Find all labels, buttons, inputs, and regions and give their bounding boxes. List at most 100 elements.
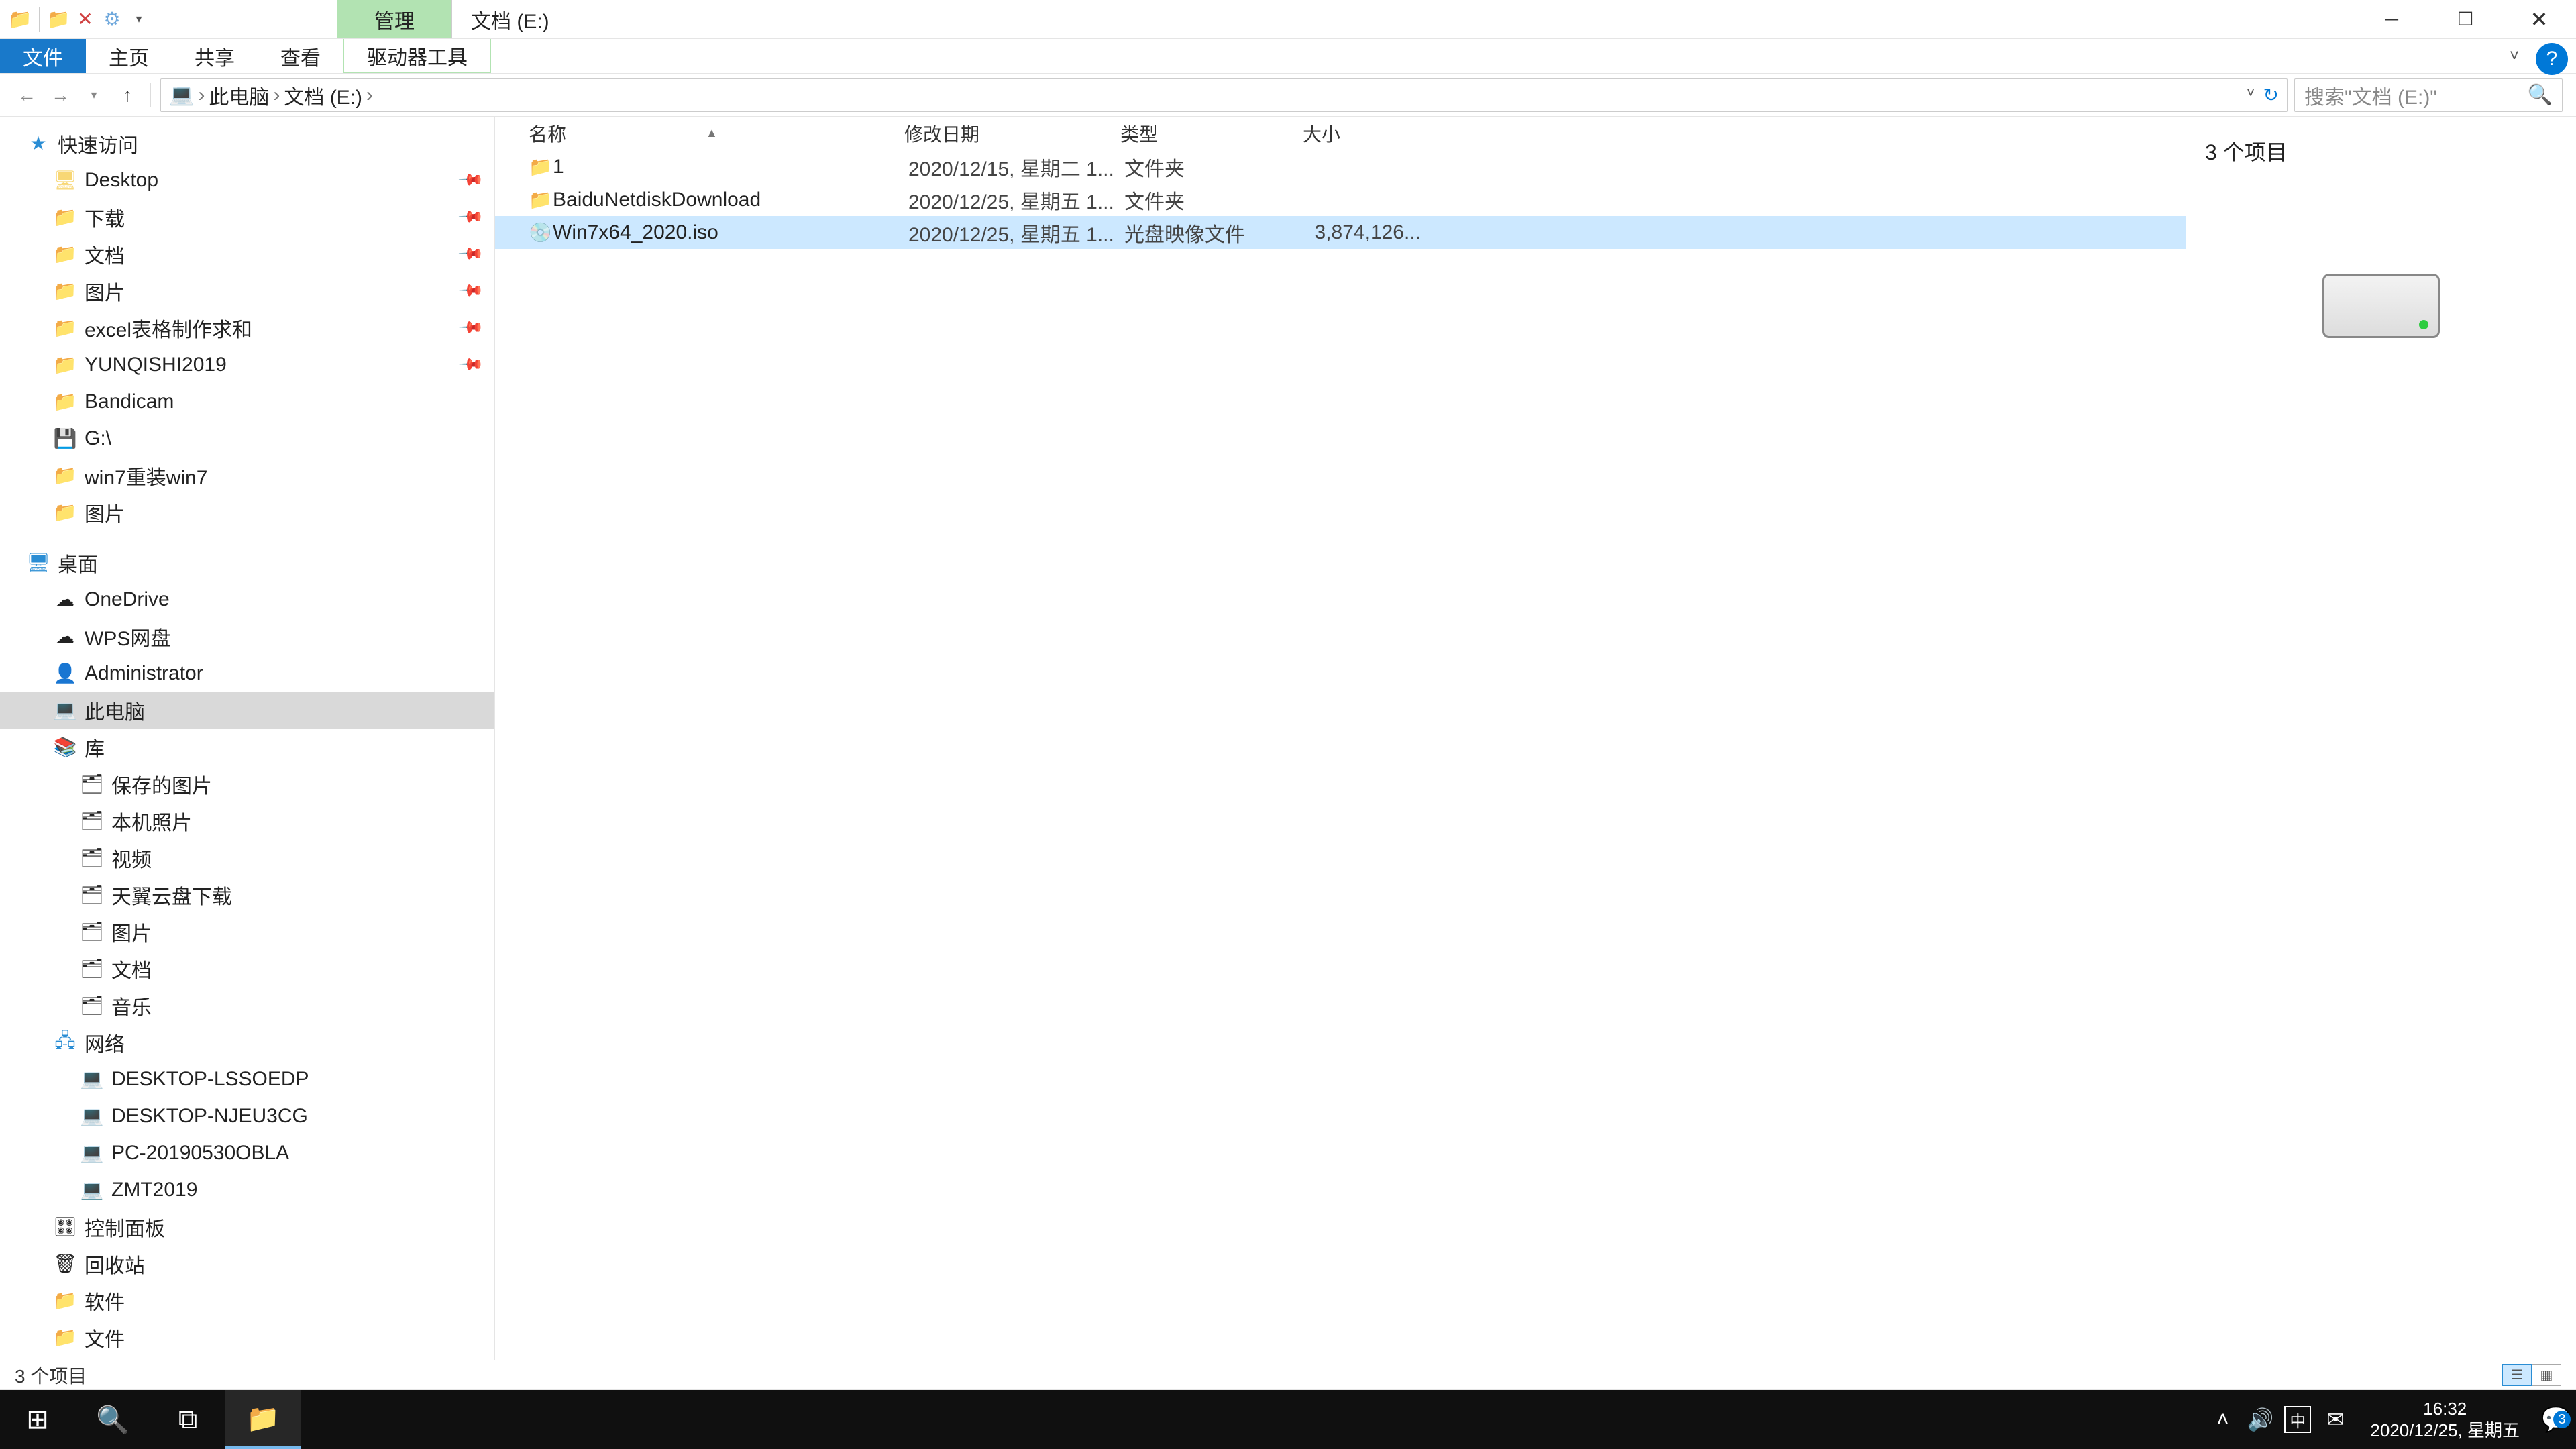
- navpane-item[interactable]: 💻 DESKTOP-NJEU3CG: [0, 1097, 494, 1134]
- file-row[interactable]: 📁 BaiduNetdiskDownload 2020/12/25, 星期五 1…: [495, 183, 2186, 216]
- navpane-desktop[interactable]: 🖥 桌面: [0, 544, 494, 581]
- search-button[interactable]: 🔍: [75, 1390, 150, 1449]
- status-bar: 3 个项目 ☰ ▦: [0, 1360, 2576, 1389]
- search-input[interactable]: 搜索"文档 (E:)" 🔍: [2294, 78, 2563, 112]
- navigation-pane[interactable]: ★ 快速访问 🖥 Desktop 📌 📁 下载 📌 📁 文档 📌 📁 图片 📌 …: [0, 117, 495, 1360]
- tab-share[interactable]: 共享: [172, 39, 258, 73]
- tab-home[interactable]: 主页: [86, 39, 172, 73]
- action-center-icon[interactable]: 💬 3: [2536, 1405, 2576, 1434]
- tab-drive-tools[interactable]: 驱动器工具: [343, 39, 491, 73]
- up-button[interactable]: ↑: [114, 82, 141, 109]
- column-name[interactable]: 名称▲: [529, 120, 904, 147]
- column-headers[interactable]: 名称▲ 修改日期 类型 大小: [495, 117, 2186, 150]
- column-date[interactable]: 修改日期: [904, 120, 1120, 147]
- column-size[interactable]: 大小: [1303, 120, 1417, 147]
- navpane-item[interactable]: 📁 Bandicam: [0, 383, 494, 420]
- breadcrumb[interactable]: 💻 › 此电脑 › 文档 (E:) › ˅ ↻: [160, 78, 2288, 112]
- quick-access-toolbar: 📁 📁 ✕ ⚙ ▾: [0, 0, 162, 38]
- maximize-button[interactable]: ☐: [2428, 0, 2502, 38]
- help-icon[interactable]: ?: [2536, 43, 2568, 75]
- navpane-item[interactable]: 🎛 控制面板: [0, 1208, 494, 1245]
- navpane-item[interactable]: 📁 下载 📌: [0, 199, 494, 235]
- navpane-item[interactable]: 💾 G:\: [0, 420, 494, 457]
- navpane-item[interactable]: 📁 文件: [0, 1319, 494, 1356]
- navpane-item[interactable]: 🗑 回收站: [0, 1245, 494, 1282]
- history-dropdown-icon[interactable]: ▾: [80, 82, 107, 109]
- file-date: 2020/12/25, 星期五 1...: [908, 185, 1124, 215]
- crumb-root[interactable]: 此电脑: [209, 80, 269, 110]
- folder-icon: 📁: [54, 206, 76, 228]
- file-row[interactable]: 💿 Win7x64_2020.iso 2020/12/25, 星期五 1... …: [495, 216, 2186, 249]
- view-details-button[interactable]: ☰: [2502, 1364, 2532, 1386]
- delete-icon[interactable]: ✕: [73, 7, 97, 32]
- navpane-item[interactable]: 💻 此电脑: [0, 692, 494, 729]
- chevron-right-icon[interactable]: ›: [366, 84, 373, 107]
- chevron-right-icon[interactable]: ›: [198, 84, 205, 107]
- tab-view[interactable]: 查看: [258, 39, 343, 73]
- navpane-item[interactable]: 📁 excel表格制作求和 📌: [0, 309, 494, 346]
- navpane-item[interactable]: 📁 图片: [0, 494, 494, 531]
- navpane-network[interactable]: 🖧 网络: [0, 1024, 494, 1061]
- navpane-item[interactable]: 🗂 天翼云盘下载: [0, 876, 494, 913]
- navpane-item[interactable]: 📚 库: [0, 729, 494, 765]
- navpane-item[interactable]: ☁ OneDrive: [0, 581, 494, 618]
- pin-icon: 📌: [457, 240, 485, 268]
- back-button[interactable]: ←: [13, 82, 40, 109]
- chevron-down-icon[interactable]: ˅: [2247, 84, 2255, 106]
- navpane-item[interactable]: 📁 文档 📌: [0, 235, 494, 272]
- forward-button[interactable]: →: [47, 82, 74, 109]
- desktop-icon: 🖥: [27, 551, 50, 574]
- file-type: 文件夹: [1124, 152, 1307, 182]
- navpane-item[interactable]: 📁 图片 📌: [0, 272, 494, 309]
- taskbar-file-explorer[interactable]: 📁: [225, 1390, 301, 1449]
- contextual-tab-manage[interactable]: 管理: [337, 0, 452, 38]
- navpane-item[interactable]: 👤 Administrator: [0, 655, 494, 692]
- navpane-item[interactable]: 🖥 Desktop 📌: [0, 162, 494, 199]
- properties-icon[interactable]: ⚙: [100, 7, 124, 32]
- file-row[interactable]: 📁 1 2020/12/15, 星期二 1... 文件夹: [495, 150, 2186, 183]
- crumb-leaf[interactable]: 文档 (E:): [284, 80, 362, 110]
- navpane-item[interactable]: 🗂 本机照片: [0, 802, 494, 839]
- start-button[interactable]: ⊞: [0, 1390, 75, 1449]
- dropdown-icon[interactable]: ▾: [127, 7, 151, 32]
- navpane-item[interactable]: 📁 软件: [0, 1282, 494, 1319]
- tab-file[interactable]: 文件: [0, 39, 86, 73]
- navpane-quick-access[interactable]: ★ 快速访问: [0, 125, 494, 162]
- refresh-icon[interactable]: ↻: [2263, 84, 2279, 106]
- navpane-item[interactable]: 🗂 音乐: [0, 987, 494, 1024]
- minimize-button[interactable]: ─: [2355, 0, 2428, 38]
- taskbar[interactable]: ⊞ 🔍 ⧉ 📁 ˄ 🔊 中 ✉ 16:32 2020/12/25, 星期五 💬 …: [0, 1390, 2576, 1449]
- search-icon[interactable]: 🔍: [2528, 83, 2553, 107]
- navpane-item[interactable]: 🗂 文档: [0, 950, 494, 987]
- folder-icon: 📁: [54, 317, 76, 339]
- volume-icon[interactable]: 🔊: [2241, 1407, 2279, 1432]
- file-date: 2020/12/15, 星期二 1...: [908, 152, 1124, 182]
- notification-badge: 3: [2553, 1411, 2571, 1428]
- navpane-item[interactable]: 💻 ZMT2019: [0, 1171, 494, 1208]
- close-button[interactable]: ✕: [2502, 0, 2576, 38]
- column-type[interactable]: 类型: [1120, 120, 1303, 147]
- navpane-item[interactable]: 💻 DESKTOP-LSSOEDP: [0, 1061, 494, 1097]
- file-view: 名称▲ 修改日期 类型 大小 📁 1 2020/12/15, 星期二 1... …: [495, 117, 2576, 1360]
- drive-icon: [2322, 274, 2440, 338]
- view-icons-button[interactable]: ▦: [2532, 1364, 2561, 1386]
- navpane-item[interactable]: 🗂 图片: [0, 913, 494, 950]
- navpane-item[interactable]: 🗂 视频: [0, 839, 494, 876]
- ime-icon[interactable]: 中: [2284, 1406, 2311, 1433]
- navpane-item[interactable]: 📁 win7重装win7: [0, 457, 494, 494]
- navpane-item[interactable]: ☁ WPS网盘: [0, 618, 494, 655]
- navpane-item[interactable]: 📁 YUNQISHI2019 📌: [0, 346, 494, 383]
- tray-app-icon[interactable]: ✉: [2316, 1407, 2354, 1432]
- ribbon-collapse-icon[interactable]: ˅: [2501, 39, 2528, 73]
- file-name: 1: [553, 156, 908, 178]
- pc-icon: 💻: [169, 83, 194, 107]
- chevron-right-icon[interactable]: ›: [273, 84, 280, 107]
- clock[interactable]: 16:32 2020/12/25, 星期五: [2354, 1398, 2536, 1441]
- status-item-count: 3 个项目: [15, 1362, 87, 1389]
- folder-icon: 📁: [54, 280, 76, 302]
- tray-overflow-icon[interactable]: ˄: [2204, 1407, 2241, 1432]
- task-view-button[interactable]: ⧉: [150, 1390, 225, 1449]
- navpane-item[interactable]: 💻 PC-20190530OBLA: [0, 1134, 494, 1171]
- address-bar-row: ← → ▾ ↑ 💻 › 此电脑 › 文档 (E:) › ˅ ↻ 搜索"文档 (E…: [0, 74, 2576, 117]
- navpane-item[interactable]: 🗂 保存的图片: [0, 765, 494, 802]
